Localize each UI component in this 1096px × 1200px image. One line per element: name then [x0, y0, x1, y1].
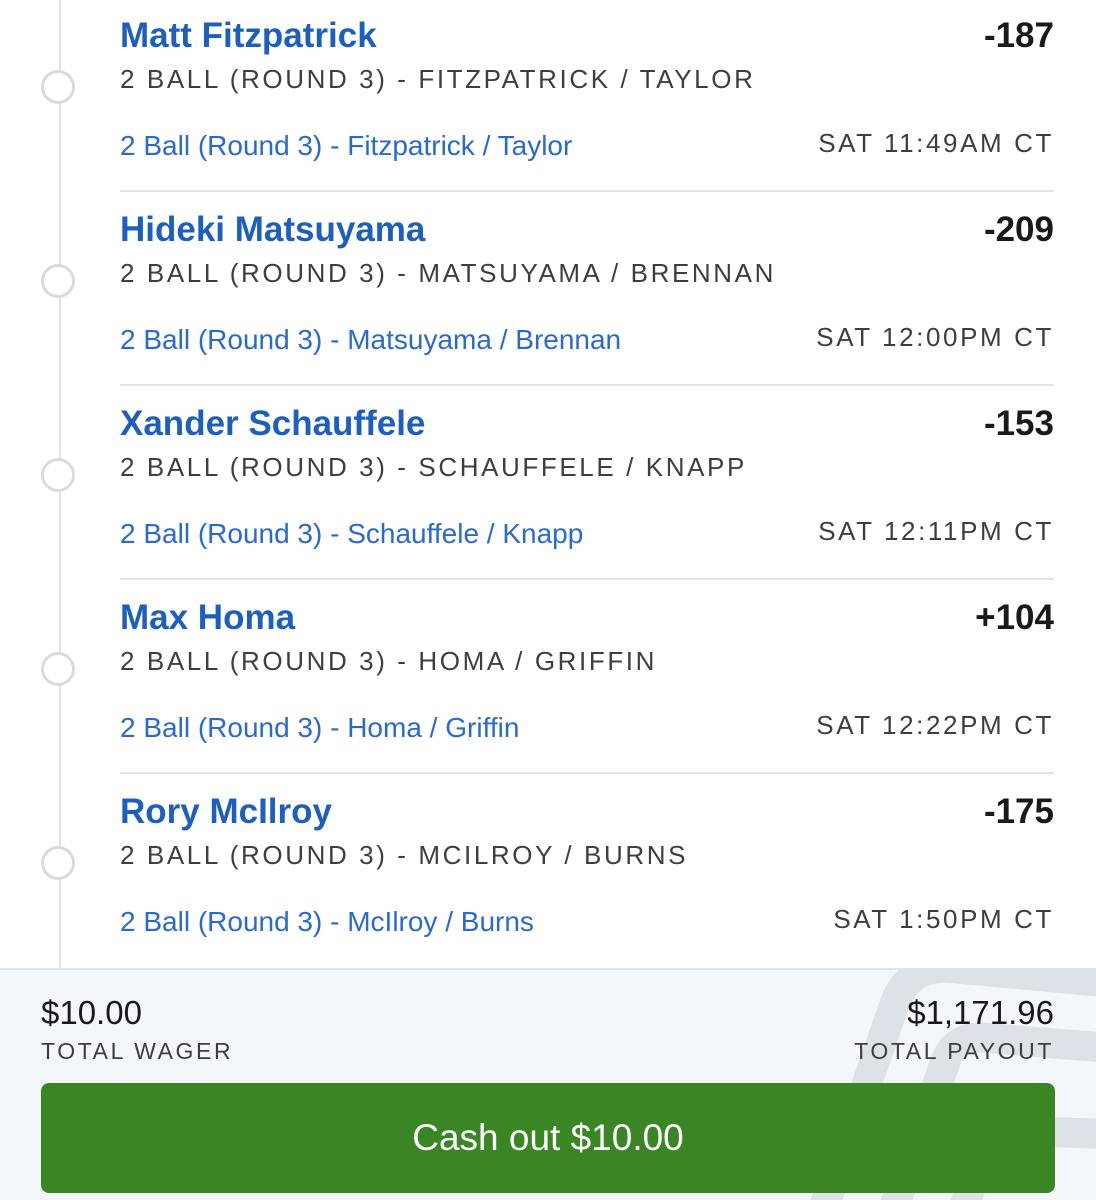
- odds: -209: [983, 210, 1054, 249]
- total-wager-amount: $10.00: [41, 994, 142, 1031]
- bet-leg: Xander Schauffele -153 2 BALL (ROUND 3) …: [0, 386, 1096, 580]
- open-circle-icon: [41, 458, 75, 492]
- player-name: Rory McIlroy: [120, 792, 332, 831]
- odds: -153: [983, 404, 1054, 443]
- bet-leg: Max Homa +104 2 BALL (ROUND 3) - HOMA / …: [0, 580, 1096, 774]
- open-circle-icon: [41, 70, 75, 104]
- event-link[interactable]: 2 Ball (Round 3) - Fitzpatrick / Taylor: [120, 130, 572, 162]
- open-circle-icon: [41, 264, 75, 298]
- bet-slip-screen: Matt Fitzpatrick -187 2 BALL (ROUND 3) -…: [0, 0, 1096, 1200]
- bet-leg: Rory McIlroy -175 2 BALL (ROUND 3) - MCI…: [0, 774, 1096, 968]
- total-payout-amount: $1,171.96: [907, 994, 1054, 1031]
- event-link[interactable]: 2 Ball (Round 3) - McIlroy / Burns: [120, 906, 534, 938]
- market-name: 2 BALL (ROUND 3) - SCHAUFFELE / KNAPP: [120, 452, 747, 482]
- odds: -175: [983, 792, 1054, 831]
- odds: -187: [983, 16, 1054, 55]
- bet-leg: Matt Fitzpatrick -187 2 BALL (ROUND 3) -…: [0, 0, 1096, 192]
- event-time: SAT 1:50PM CT: [833, 904, 1054, 934]
- event-time: SAT 12:11PM CT: [818, 516, 1054, 546]
- player-name: Matt Fitzpatrick: [120, 16, 377, 55]
- open-circle-icon: [41, 846, 75, 880]
- total-wager-label: TOTAL WAGER: [41, 1038, 234, 1064]
- odds: +104: [975, 598, 1054, 637]
- event-time: SAT 11:49AM CT: [818, 128, 1054, 158]
- cash-out-button[interactable]: Cash out $10.00: [41, 1083, 1055, 1193]
- market-name: 2 BALL (ROUND 3) - FITZPATRICK / TAYLOR: [120, 64, 756, 94]
- event-link[interactable]: 2 Ball (Round 3) - Homa / Griffin: [120, 712, 519, 744]
- event-link[interactable]: 2 Ball (Round 3) - Matsuyama / Brennan: [120, 324, 621, 356]
- bet-summary-footer: $10.00 TOTAL WAGER $1,171.96 TOTAL PAYOU…: [0, 968, 1096, 1200]
- player-name: Xander Schauffele: [120, 404, 426, 443]
- total-payout-label: TOTAL PAYOUT: [854, 1038, 1054, 1064]
- player-name: Hideki Matsuyama: [120, 210, 426, 249]
- event-time: SAT 12:00PM CT: [816, 322, 1054, 352]
- market-name: 2 BALL (ROUND 3) - MCILROY / BURNS: [120, 840, 689, 870]
- open-circle-icon: [41, 652, 75, 686]
- market-name: 2 BALL (ROUND 3) - MATSUYAMA / BRENNAN: [120, 258, 776, 288]
- market-name: 2 BALL (ROUND 3) - HOMA / GRIFFIN: [120, 646, 658, 676]
- event-link[interactable]: 2 Ball (Round 3) - Schauffele / Knapp: [120, 518, 583, 550]
- bet-leg: Hideki Matsuyama -209 2 BALL (ROUND 3) -…: [0, 192, 1096, 386]
- event-time: SAT 12:22PM CT: [816, 710, 1054, 740]
- player-name: Max Homa: [120, 598, 296, 637]
